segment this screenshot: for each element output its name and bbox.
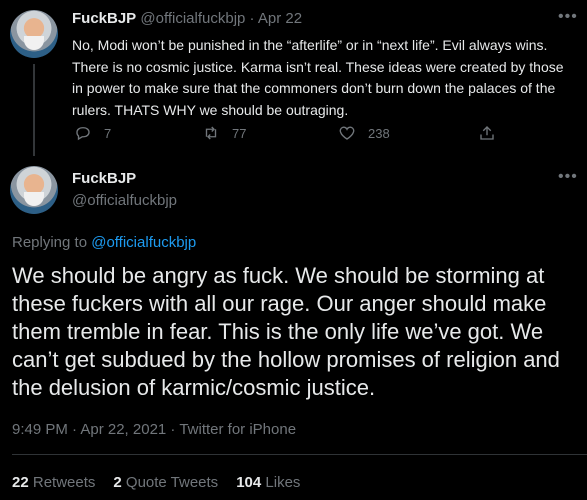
- likes-label: Likes: [265, 474, 301, 491]
- heart-icon: [339, 126, 355, 140]
- share-button[interactable]: [478, 124, 496, 142]
- quotes-count: 2: [113, 474, 122, 491]
- likes-count: 104: [236, 474, 262, 491]
- author-name[interactable]: FuckBJP: [72, 10, 136, 27]
- share-icon: [480, 126, 494, 140]
- likes-stat[interactable]: 104 Likes: [236, 474, 300, 491]
- retweets-count: 22: [12, 474, 29, 491]
- thread-line: [33, 64, 35, 156]
- divider: [12, 454, 587, 455]
- retweet-button[interactable]: 77: [202, 124, 246, 142]
- avatar[interactable]: [10, 10, 58, 58]
- tweet-meta[interactable]: 9:49 PM · Apr 22, 2021 · Twitter for iPh…: [12, 421, 296, 438]
- reply-icon: [76, 127, 90, 141]
- retweets-label: Retweets: [32, 474, 96, 491]
- retweet-count: 77: [232, 125, 247, 141]
- more-icon[interactable]: •••: [558, 168, 578, 186]
- replying-to: Replying to @officialfuckbjp: [12, 234, 196, 251]
- quotes-label: Quote Tweets: [125, 474, 219, 491]
- replying-handle-link[interactable]: @officialfuckbjp: [91, 234, 196, 251]
- like-count: 238: [368, 125, 390, 141]
- reply-count: 7: [104, 125, 112, 141]
- retweet-icon: [205, 126, 217, 140]
- author-handle[interactable]: @officialfuckbjp: [140, 10, 245, 27]
- retweets-stat[interactable]: 22 Retweets: [12, 474, 95, 491]
- reply-button[interactable]: 7: [74, 124, 111, 142]
- tweet-text: No, Modi won’t be punished in the “after…: [72, 37, 564, 118]
- author-name[interactable]: FuckBJP: [72, 170, 136, 187]
- replying-prefix: Replying to: [12, 234, 92, 251]
- tweet-header: FuckBJP @officialfuckbjp · Apr 22: [72, 10, 302, 27]
- like-button[interactable]: 238: [338, 124, 390, 142]
- tweet-date[interactable]: Apr 22: [258, 10, 302, 27]
- tweet-stats: 22 Retweets 2 Quote Tweets 104 Likes: [12, 474, 300, 491]
- separator: ·: [249, 10, 255, 27]
- quote-tweets-stat[interactable]: 2 Quote Tweets: [113, 474, 218, 491]
- avatar[interactable]: [10, 166, 58, 214]
- tweet-text: We should be angry as fuck. We should be…: [12, 263, 560, 400]
- more-icon[interactable]: •••: [558, 8, 578, 26]
- author-handle[interactable]: @officialfuckbjp: [72, 192, 177, 209]
